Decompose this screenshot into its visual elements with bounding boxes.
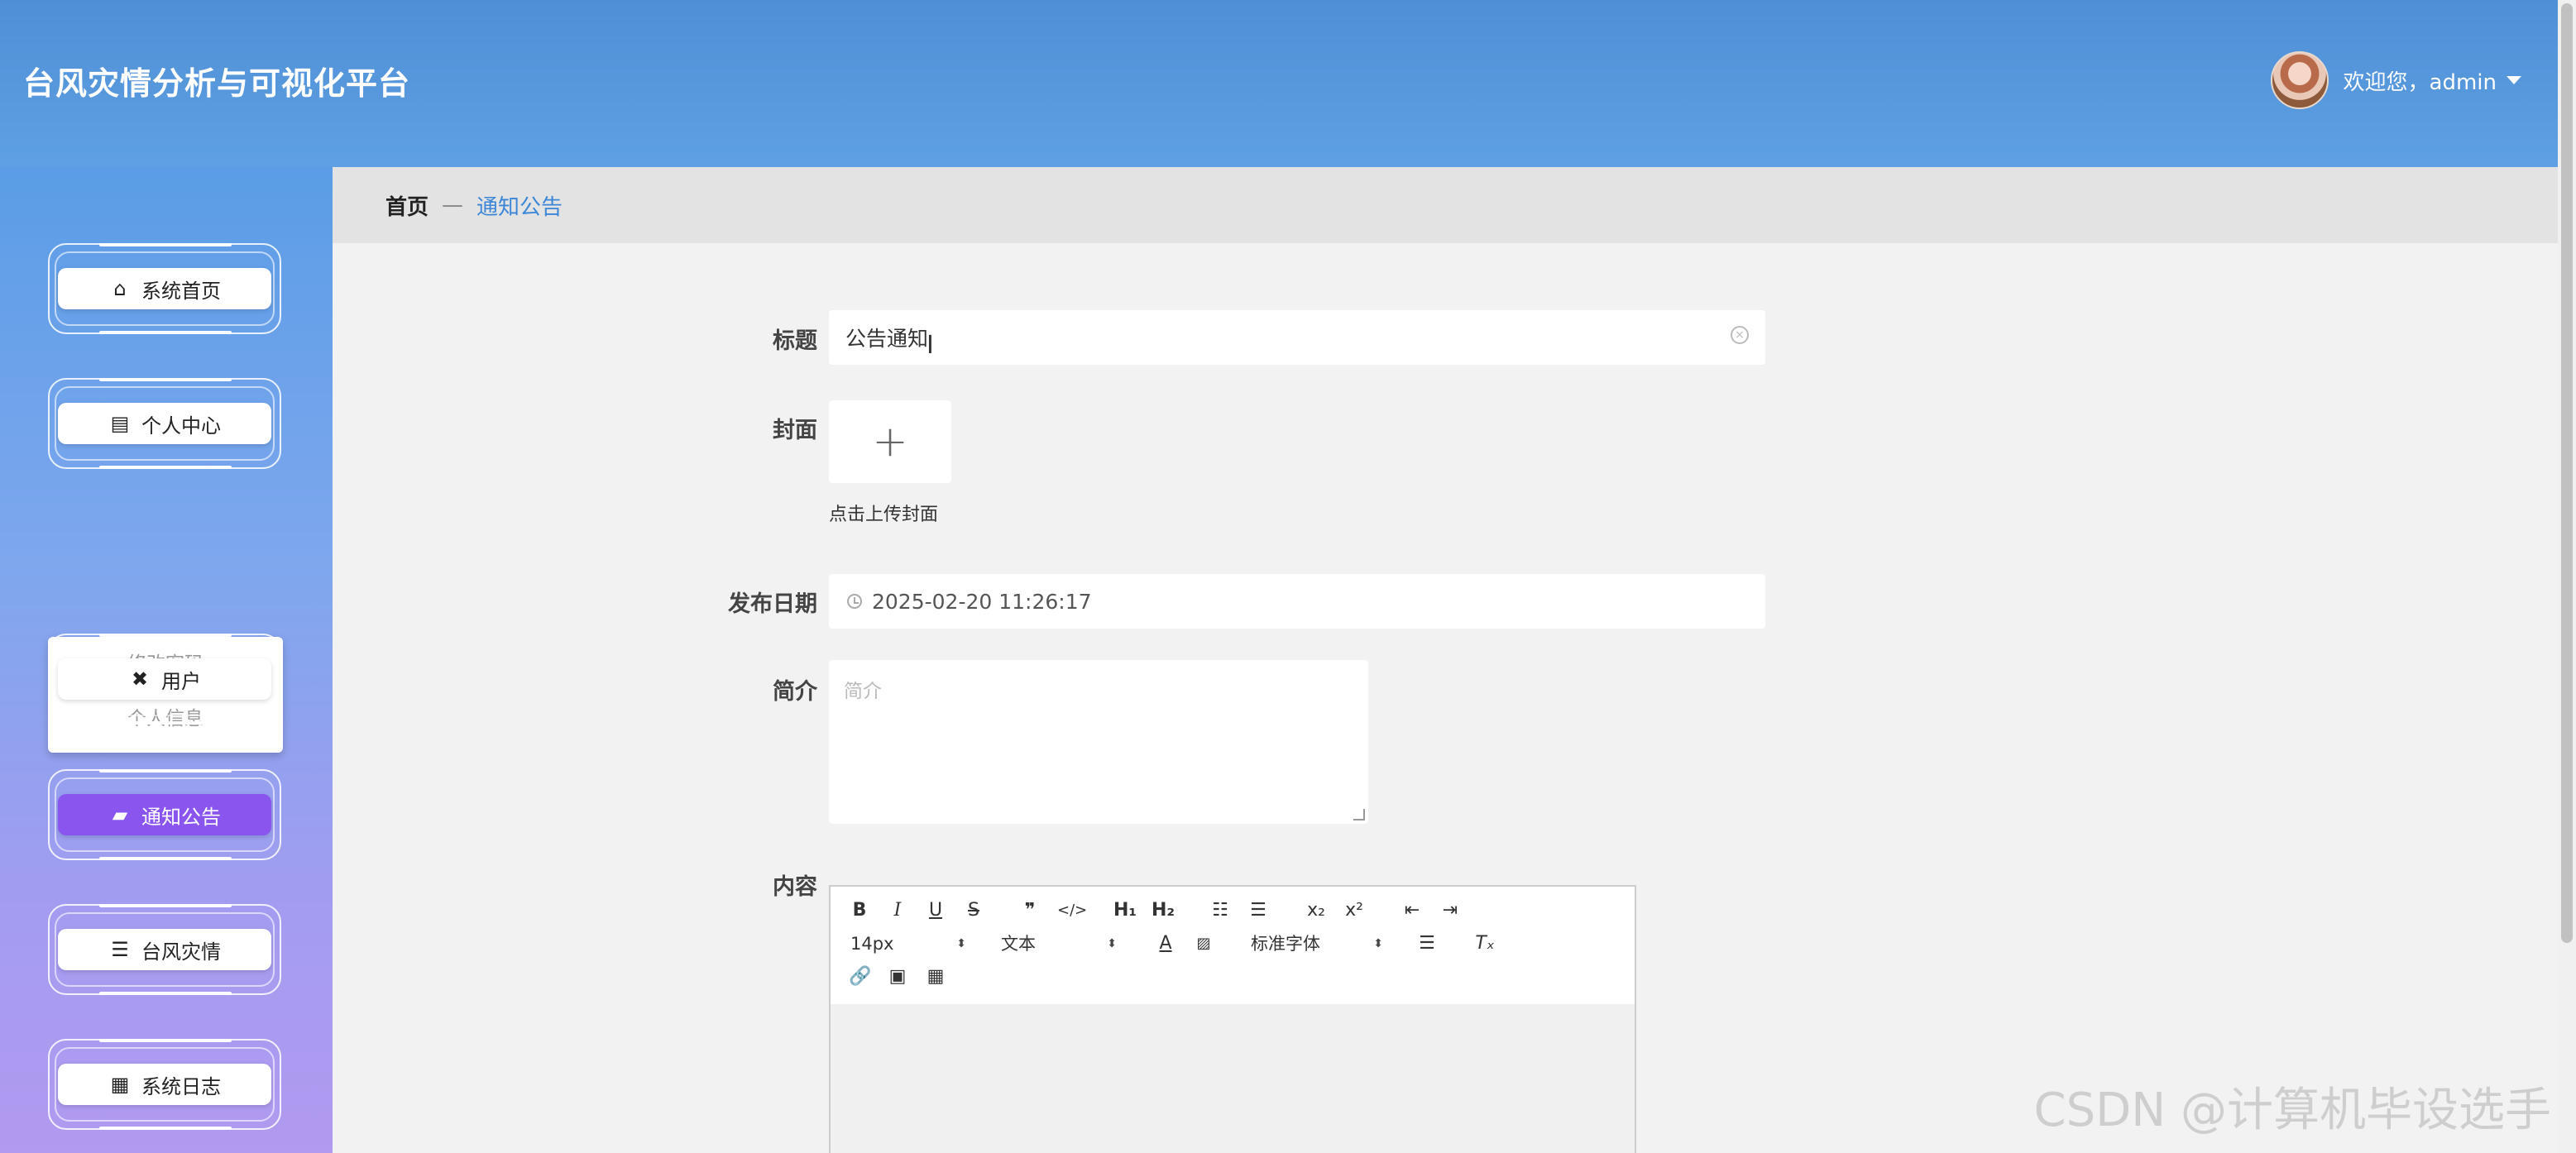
align-icon[interactable]: ☰: [1416, 931, 1438, 956]
editor-toolbar: B I U S ❞ </> H₁ H₂ ☷ ☰ x₂ x² ⇤ ⇥ 14px ⬍…: [831, 887, 1635, 1006]
typhoon-disaster-button[interactable]: ☰ 台风灾情: [58, 929, 271, 970]
paragraph-value: 文本: [1001, 934, 1036, 954]
outdent-icon[interactable]: ⇤: [1401, 898, 1423, 923]
personal-center-button[interactable]: ▤ 个人中心: [58, 403, 271, 444]
editor-content-area[interactable]: [831, 1004, 1635, 1153]
intro-placeholder: 简介: [844, 681, 882, 702]
date-label: 发布日期: [728, 591, 817, 617]
users-button[interactable]: ✖ 用户: [58, 658, 271, 700]
sidebar-item-notice[interactable]: ▰ 通知公告: [48, 769, 281, 860]
bold-icon[interactable]: B: [849, 898, 870, 923]
sidebar-item-label: 系统日志: [141, 1074, 221, 1098]
clear-format-icon[interactable]: Tₓ: [1474, 931, 1496, 956]
strikethrough-icon[interactable]: S: [963, 898, 984, 923]
welcome-text[interactable]: 欢迎您，admin: [2344, 65, 2497, 96]
breadcrumb: 首页 — 通知公告: [333, 167, 2558, 243]
card-icon: ▤: [110, 412, 130, 435]
video-icon[interactable]: ▦: [925, 964, 946, 989]
resize-handle-icon[interactable]: [1353, 809, 1365, 820]
home-icon: ⌂: [113, 277, 127, 300]
watermark: CSDN @计算机毕设选手: [2033, 1084, 2551, 1137]
text-cursor-icon: I: [926, 331, 934, 360]
app-title: 台风灾情分析与可视化平台: [23, 65, 411, 102]
grid-icon: ▦: [110, 1073, 130, 1096]
top-header: 台风灾情分析与可视化平台 欢迎您，admin: [0, 0, 2576, 167]
sidebar: ⌂ 系统首页 ▤ 个人中心 修改密码 个人信息 ✖ 用户 ▰ 通知公告: [0, 167, 333, 1153]
font-family-select[interactable]: 标准字体 ⬍: [1251, 931, 1383, 956]
scrollbar-thumb[interactable]: [2561, 3, 2573, 943]
content-label: 内容: [773, 874, 817, 900]
plus-icon: +: [872, 417, 908, 466]
underline-icon[interactable]: U: [925, 898, 946, 923]
avatar[interactable]: [2270, 51, 2329, 109]
indent-icon[interactable]: ⇥: [1439, 898, 1461, 923]
font-color-icon[interactable]: A: [1155, 931, 1176, 956]
chevron-down-icon[interactable]: [2507, 76, 2521, 84]
breadcrumb-current: 通知公告: [476, 194, 563, 220]
sidebar-item-system-log[interactable]: ▦ 系统日志: [48, 1039, 281, 1130]
list-icon: ☰: [111, 938, 129, 961]
heading1-icon[interactable]: H₁: [1113, 898, 1137, 923]
breadcrumb-home[interactable]: 首页: [385, 190, 429, 221]
italic-icon[interactable]: I: [887, 898, 908, 923]
sidebar-item-personal-center[interactable]: ▤ 个人中心: [48, 378, 281, 469]
background-color-icon[interactable]: ▨: [1193, 931, 1214, 956]
ordered-list-icon[interactable]: ☷: [1209, 898, 1231, 923]
page-scrollbar[interactable]: [2558, 0, 2576, 1153]
sidebar-item-users[interactable]: ✖ 用户: [48, 634, 281, 725]
bullet-list-icon[interactable]: ☰: [1247, 898, 1269, 923]
title-input[interactable]: 公告通知 ×: [829, 310, 1765, 365]
intro-textarea[interactable]: 简介: [829, 660, 1368, 824]
system-log-button[interactable]: ▦ 系统日志: [58, 1064, 271, 1105]
blockquote-icon[interactable]: ❞: [1019, 898, 1041, 923]
publish-date-value: 2025-02-20 11:26:17: [872, 589, 1092, 614]
sidebar-item-label: 个人中心: [141, 414, 221, 438]
font-family-value: 标准字体: [1251, 934, 1320, 954]
heading2-icon[interactable]: H₂: [1152, 898, 1175, 923]
home-button[interactable]: ⌂ 系统首页: [58, 268, 271, 309]
breadcrumb-separator: —: [442, 193, 464, 218]
clear-icon[interactable]: ×: [1731, 326, 1749, 344]
main-content: 首页 — 通知公告 标题 公告通知 × I 封面 + 点击上传封面 发布日期 2…: [333, 167, 2558, 1153]
cover-upload-hint: 点击上传封面: [829, 505, 939, 525]
sidebar-item-label: 系统首页: [141, 279, 221, 303]
select-arrows-icon: ⬍: [1107, 937, 1117, 950]
sidebar-item-typhoon-disaster[interactable]: ☰ 台风灾情: [48, 904, 281, 995]
image-icon[interactable]: ▣: [887, 964, 908, 989]
title-input-value: 公告通知: [845, 327, 929, 351]
clock-icon: [847, 594, 862, 609]
superscript-icon[interactable]: x²: [1343, 898, 1365, 923]
select-arrows-icon: ⬍: [1373, 937, 1383, 950]
intro-label: 简介: [773, 679, 817, 705]
cover-upload-button[interactable]: +: [829, 400, 951, 483]
font-size-select[interactable]: 14px ⬍: [850, 931, 966, 956]
paragraph-select[interactable]: 文本 ⬍: [1001, 931, 1117, 956]
sidebar-item-home[interactable]: ⌂ 系统首页: [48, 243, 281, 334]
sidebar-item-label: 通知公告: [141, 805, 221, 829]
sidebar-item-label: 台风灾情: [141, 940, 221, 964]
rich-text-editor[interactable]: B I U S ❞ </> H₁ H₂ ☷ ☰ x₂ x² ⇤ ⇥ 14px ⬍…: [829, 885, 1636, 1153]
sidebar-item-label: 用户: [161, 669, 201, 693]
notice-button[interactable]: ▰ 通知公告: [58, 794, 271, 835]
link-icon[interactable]: 🔗: [849, 964, 871, 989]
publish-date-picker[interactable]: 2025-02-20 11:26:17: [829, 574, 1765, 629]
title-label: 标题: [773, 328, 817, 354]
cover-label: 封面: [773, 418, 817, 443]
ticket-icon: ✖: [131, 667, 149, 691]
font-size-value: 14px: [850, 934, 894, 954]
subscript-icon[interactable]: x₂: [1305, 898, 1327, 923]
code-block-icon[interactable]: </>: [1057, 898, 1087, 923]
select-arrows-icon: ⬍: [956, 937, 966, 950]
briefcase-icon: ▰: [112, 803, 128, 826]
user-menu[interactable]: 欢迎您，admin: [2270, 51, 2521, 109]
